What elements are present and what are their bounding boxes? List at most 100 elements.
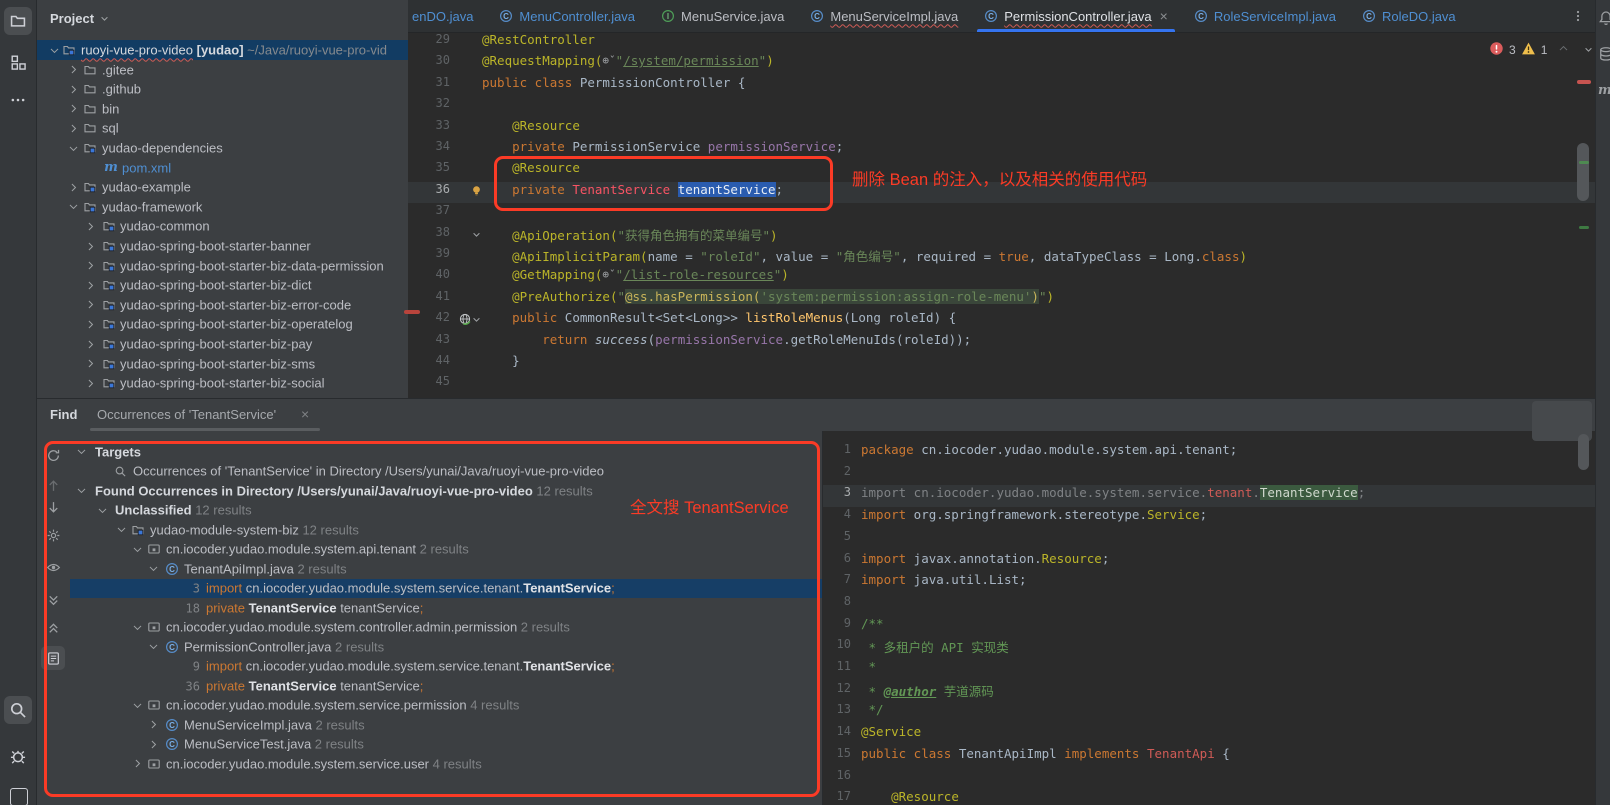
editor-tab-enDO.java[interactable]: enDO.java	[408, 0, 486, 32]
code-line-13[interactable]: 13 */	[823, 702, 1596, 724]
chevron-right-icon[interactable]	[85, 358, 96, 369]
code-line-6[interactable]: 6import javax.annotation.Resource;	[823, 551, 1596, 573]
fold-chevron-icon[interactable]	[472, 315, 481, 324]
editor-tab-RoleServiceImpl.java[interactable]: CRoleServiceImpl.java	[1181, 0, 1349, 32]
project-tree-item-yudao-spring-boot-starter-biz-pay[interactable]: yudao-spring-boot-starter-biz-pay	[36, 334, 408, 354]
project-tree-item-yudao-framework[interactable]: yudao-framework	[36, 197, 408, 217]
fold-chevron-icon[interactable]	[472, 230, 481, 239]
chevron-down-icon[interactable]	[132, 544, 143, 555]
chevron-right-icon[interactable]	[68, 84, 79, 95]
find-toolbar-arrow-up-icon[interactable]	[41, 473, 65, 497]
project-tree-item-yudao-dependencies[interactable]: yudao-dependencies	[36, 138, 408, 158]
find-result-row[interactable]: 18private TenantService tenantService;	[70, 598, 822, 618]
code-line-44[interactable]: 44 }	[408, 353, 1595, 374]
preview-scrollbar[interactable]	[1578, 434, 1589, 470]
editor-tab-MenuServiceImpl.java[interactable]: CMenuServiceImpl.java	[797, 0, 971, 32]
find-result-row[interactable]: cn.iocoder.yudao.module.system.controlle…	[70, 618, 822, 638]
code-line-43[interactable]: 43 return success(permissionService.getR…	[408, 332, 1595, 353]
editor-tab-MenuService.java[interactable]: IMenuService.java	[648, 0, 797, 32]
find-result-row[interactable]: CPermissionController.java 2 results	[70, 637, 822, 657]
code-line-38[interactable]: 38 @ApiOperation("获得角色拥有的菜单编号")	[408, 225, 1595, 246]
code-line-1[interactable]: 1package cn.iocoder.yudao.module.system.…	[823, 442, 1596, 464]
chevron-down-icon[interactable]	[49, 45, 60, 56]
chevron-down-icon[interactable]	[76, 485, 87, 496]
tool-stripe-button-project-folder-icon[interactable]	[4, 7, 32, 35]
chevron-down-icon[interactable]	[132, 622, 143, 633]
tool-stripe-button-debug-bug-icon[interactable]	[4, 742, 32, 770]
code-line-30[interactable]: 30@RequestMapping(⊕ˇ"/system/permission"…	[408, 53, 1595, 74]
chevron-down-icon[interactable]	[97, 505, 108, 516]
close-icon[interactable]: ×	[301, 406, 309, 422]
find-toolbar-expand-all-icon[interactable]	[41, 587, 65, 611]
editor-tab-MenuController.java[interactable]: CMenuController.java	[486, 0, 648, 32]
find-result-row[interactable]: CMenuServiceTest.java 2 results	[70, 735, 822, 755]
chevron-right-icon[interactable]	[132, 758, 143, 769]
project-tree-item-.gitee[interactable]: .gitee	[36, 60, 408, 80]
chevron-right-icon[interactable]	[85, 339, 96, 350]
find-result-row[interactable]: 36private TenantService tenantService;	[70, 676, 822, 696]
chevron-down-icon[interactable]	[148, 563, 159, 574]
code-line-32[interactable]: 32	[408, 96, 1595, 117]
globe-inline-icon[interactable]: ⊕ˇ	[602, 54, 615, 67]
find-results-tab[interactable]: Occurrences of 'TenantService'	[97, 407, 276, 422]
tab-overflow-kebab-icon[interactable]	[1571, 0, 1595, 32]
project-tree-item-bin[interactable]: bin	[36, 99, 408, 119]
project-tree-item-yudao-example[interactable]: yudao-example	[36, 177, 408, 197]
chevron-right-icon[interactable]	[148, 719, 159, 730]
error-stripe-mark[interactable]	[1577, 80, 1591, 84]
code-line-42[interactable]: 42 public CommonResult<Set<Long>> listRo…	[408, 310, 1595, 331]
tool-stripe-button-database-icon[interactable]	[1598, 46, 1610, 65]
code-line-4[interactable]: 4import org.springframework.stereotype.S…	[823, 507, 1596, 529]
chevron-down-icon[interactable]	[68, 201, 79, 212]
code-line-39[interactable]: 39 @ApiImplicitParam(name = "roleId", va…	[408, 246, 1595, 267]
find-result-row[interactable]: CTenantApiImpl.java 2 results	[70, 559, 822, 579]
find-result-row[interactable]: Targets	[70, 442, 822, 462]
chevron-right-icon[interactable]	[85, 221, 96, 232]
find-toolbar-arrow-down-icon[interactable]	[41, 495, 65, 519]
code-line-29[interactable]: 29@RestController	[408, 32, 1595, 53]
find-result-row[interactable]: CMenuServiceImpl.java 2 results	[70, 715, 822, 735]
tool-stripe-button-search-icon[interactable]	[4, 696, 32, 724]
editor-tab-PermissionController.java[interactable]: CPermissionController.java×	[971, 0, 1181, 32]
chevron-right-icon[interactable]	[85, 319, 96, 330]
code-line-2[interactable]: 2	[823, 464, 1596, 486]
find-result-row[interactable]: 3import cn.iocoder.yudao.module.system.s…	[70, 579, 822, 599]
chevron-right-icon[interactable]	[85, 378, 96, 389]
editor-scrollbar[interactable]	[1577, 143, 1589, 201]
project-tree-item-yudao-spring-boot-starter-biz-dict[interactable]: yudao-spring-boot-starter-biz-dict	[36, 275, 408, 295]
chevron-right-icon[interactable]	[68, 123, 79, 134]
code-line-45[interactable]: 45	[408, 374, 1595, 395]
code-line-10[interactable]: 10 * 多租户的 API 实现类	[823, 637, 1596, 659]
chevron-down-icon[interactable]	[148, 641, 159, 652]
project-tree-item-yudao-common[interactable]: yudao-common	[36, 216, 408, 236]
project-tree-item-pom.xml[interactable]: mpom.xml	[36, 158, 408, 178]
find-toolbar-collapse-all-icon[interactable]	[41, 615, 65, 639]
code-line-12[interactable]: 12 * @author 芋道源码	[823, 681, 1596, 703]
code-line-9[interactable]: 9/**	[823, 616, 1596, 638]
find-result-row[interactable]: cn.iocoder.yudao.module.system.service.p…	[70, 696, 822, 716]
chevron-right-icon[interactable]	[85, 241, 96, 252]
code-line-37[interactable]: 37	[408, 203, 1595, 224]
code-editor[interactable]: 29@RestController30@RequestMapping(⊕ˇ"/s…	[408, 32, 1595, 398]
chevron-right-icon[interactable]	[85, 280, 96, 291]
inspection-widget[interactable]: 3 1	[1489, 41, 1593, 59]
chevron-down-icon[interactable]	[132, 700, 143, 711]
globe-inline-icon[interactable]: ⊕ˇ	[602, 268, 615, 281]
find-toolbar-settings-gear-icon[interactable]	[41, 523, 65, 547]
code-line-14[interactable]: 14@Service	[823, 724, 1596, 746]
chevron-down-icon[interactable]	[76, 446, 87, 457]
code-line-15[interactable]: 15public class TenantApiImpl implements …	[823, 746, 1596, 768]
project-tree-item-yudao-spring-boot-starter-biz-sms[interactable]: yudao-spring-boot-starter-biz-sms	[36, 354, 408, 374]
next-problem-chevron-down-icon[interactable]	[1584, 43, 1593, 57]
preview-editor[interactable]: 1package cn.iocoder.yudao.module.system.…	[822, 431, 1596, 805]
tool-stripe-button-notifications-bell-icon[interactable]	[1598, 10, 1610, 29]
clipped-tool-icon[interactable]	[10, 788, 28, 805]
chevron-right-icon[interactable]	[85, 260, 96, 271]
project-tree-item-ruoyi-vue-pro-video[interactable]: ruoyi-vue-pro-video [yudao] ~/Java/ruoyi…	[36, 40, 408, 60]
project-tree-item-yudao-spring-boot-starter-biz-operatelog[interactable]: yudao-spring-boot-starter-biz-operatelog	[36, 314, 408, 334]
find-toolbar-preview-document-icon[interactable]	[41, 646, 65, 670]
chevron-down-icon[interactable]	[116, 524, 127, 535]
chevron-right-icon[interactable]	[148, 739, 159, 750]
code-line-40[interactable]: 40 @GetMapping(⊕ˇ"/list-role-resources")	[408, 267, 1595, 288]
tool-stripe-button-more-tools-icon[interactable]	[4, 86, 32, 114]
